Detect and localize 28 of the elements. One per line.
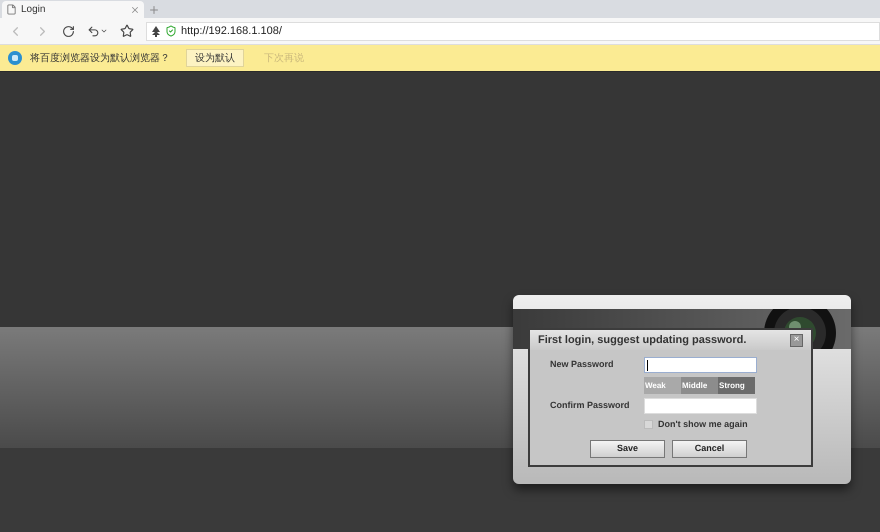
dialog-button[interactable]: Cancel (672, 440, 747, 458)
checkbox[interactable] (644, 420, 653, 430)
checkbox-label: Don't show me again (658, 418, 748, 431)
password-field[interactable] (644, 357, 757, 373)
reload-icon[interactable] (62, 24, 75, 38)
dialog-title: First login, suggest updating password. (538, 332, 746, 348)
password-field[interactable] (644, 398, 757, 414)
url-text: http://192.168.1.108/ (181, 24, 282, 39)
close-icon[interactable] (130, 4, 140, 14)
new-tab-icon[interactable] (148, 4, 160, 16)
strength-segment: Weak (644, 377, 681, 394)
browser-logo-icon (8, 51, 22, 65)
field-label: New Password (550, 358, 615, 372)
tab-title: Login (21, 3, 46, 17)
shield-icon (165, 25, 177, 37)
strength-segment: Middle (681, 377, 718, 394)
address-field[interactable]: http://192.168.1.108/ (146, 22, 880, 40)
set-default-button[interactable]: 设为默认 (186, 49, 244, 67)
page-icon (6, 4, 17, 15)
text-cursor (647, 360, 648, 370)
dialog-button[interactable]: Save (590, 440, 665, 458)
field-label: Confirm Password (550, 399, 631, 412)
strength-segment: Strong (718, 377, 755, 394)
infobar-message: 将百度浏览器设为默认浏览器？ (30, 52, 170, 66)
star-icon[interactable] (120, 24, 134, 38)
tree-icon (151, 26, 161, 36)
undo-icon[interactable] (87, 24, 108, 38)
browser-tab[interactable]: Login (2, 1, 144, 18)
